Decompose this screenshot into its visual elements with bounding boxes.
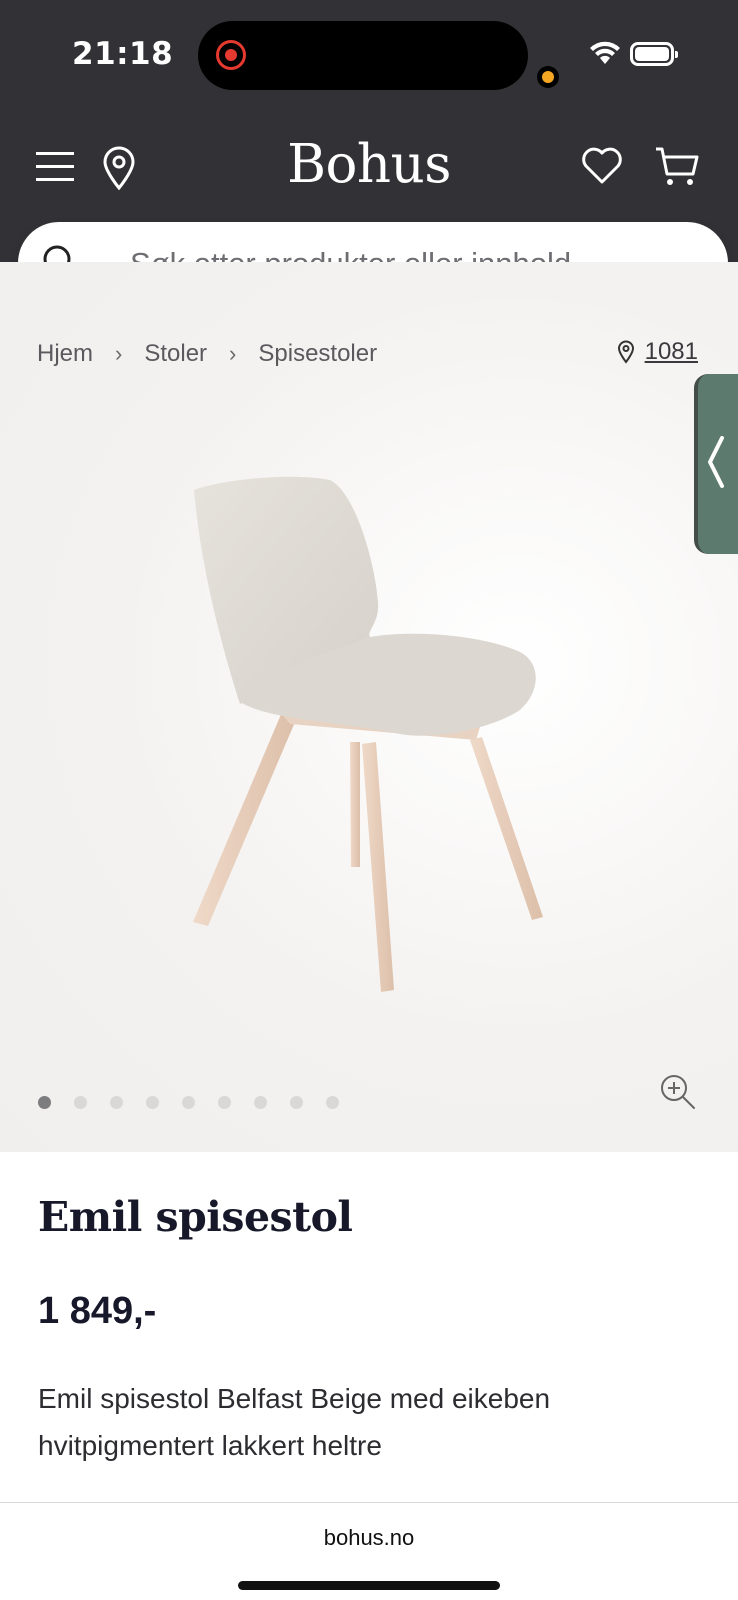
cart-icon[interactable] (654, 146, 700, 188)
url-text[interactable]: bohus.no (0, 1525, 738, 1551)
gallery-dot[interactable] (74, 1096, 87, 1109)
chevron-right-icon: › (115, 341, 123, 366)
location-pin-icon (617, 340, 634, 364)
gallery-dot[interactable] (218, 1096, 231, 1109)
gallery-dot[interactable] (254, 1096, 267, 1109)
gallery-pagination[interactable] (38, 1096, 339, 1109)
home-indicator[interactable] (238, 1581, 500, 1590)
chevron-left-icon (708, 436, 724, 488)
breadcrumb: Hjem › Stoler › Spisestoler (37, 340, 377, 368)
product-title: Emil spisestol (38, 1193, 353, 1241)
product-description: Emil spisestol Belfast Beige med eikeben… (38, 1383, 551, 1461)
screen-recording-icon (216, 40, 246, 70)
gallery-dot[interactable] (110, 1096, 123, 1109)
heart-icon[interactable] (581, 147, 623, 185)
zoom-in-icon[interactable] (660, 1074, 696, 1110)
breadcrumb-item-spisestoler[interactable]: Spisestoler (258, 340, 377, 368)
gallery-dot[interactable] (38, 1096, 51, 1109)
side-drawer-tab[interactable] (694, 374, 738, 554)
wifi-icon (590, 41, 620, 64)
breadcrumb-item-stoler[interactable]: Stoler (144, 340, 207, 368)
gallery-dot[interactable] (290, 1096, 303, 1109)
battery-icon (630, 42, 678, 66)
store-selector[interactable]: 1081 (617, 338, 698, 366)
camera-indicator-icon (537, 66, 559, 88)
breadcrumb-item-home[interactable]: Hjem (37, 340, 93, 368)
product-gallery[interactable]: Hjem › Stoler › Spisestoler 1081 (0, 262, 738, 1152)
browser-url-bar[interactable]: bohus.no (0, 1502, 738, 1600)
product-image[interactable] (180, 472, 560, 1012)
dynamic-island (198, 21, 559, 90)
status-time: 21:18 (72, 36, 174, 72)
gallery-dot[interactable] (182, 1096, 195, 1109)
gallery-dot[interactable] (146, 1096, 159, 1109)
chevron-right-icon: › (229, 341, 237, 366)
product-price: 1 849,- (38, 1290, 157, 1332)
bohus-logo[interactable]: Bohus (0, 134, 738, 195)
gallery-dot[interactable] (326, 1096, 339, 1109)
store-code[interactable]: 1081 (645, 338, 698, 366)
